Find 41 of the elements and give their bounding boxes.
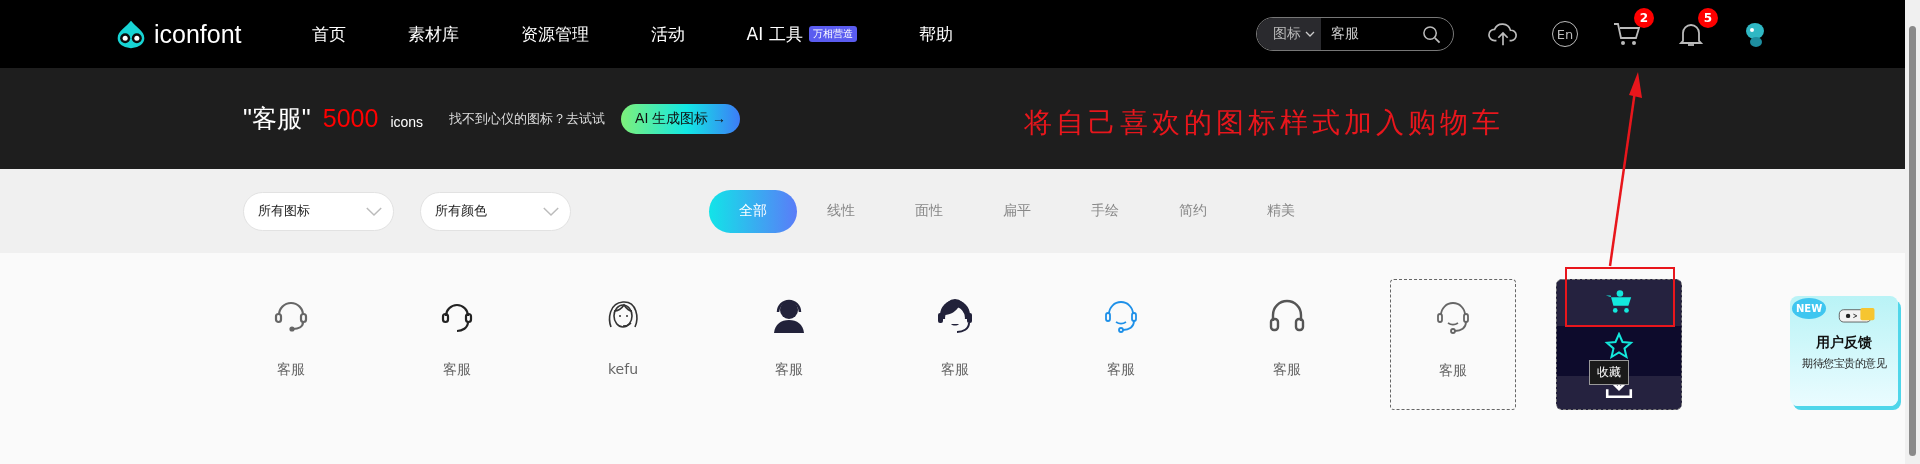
scrollbar[interactable] xyxy=(1905,0,1920,464)
icon-label: 客服 xyxy=(941,361,969,379)
result-unit: icons xyxy=(390,113,424,130)
icon-label: 客服 xyxy=(443,361,471,379)
hint-text: 找不到心仪的图标？去试试 xyxy=(449,109,606,128)
search-scope-dropdown[interactable]: 图标 xyxy=(1257,18,1321,50)
cloud-upload-icon[interactable] xyxy=(1488,20,1518,48)
icon-label: 客服 xyxy=(1273,361,1301,379)
icon-label: 客服 xyxy=(775,361,803,379)
nav-link[interactable]: AI 工具 xyxy=(746,22,803,46)
nav-link[interactable]: 活动 xyxy=(650,22,685,46)
search-icon[interactable] xyxy=(1422,24,1441,44)
chevron-down-icon xyxy=(542,205,560,217)
search-value: 客服 xyxy=(1331,25,1359,43)
result-count: 5000 xyxy=(322,104,379,133)
tooltip: 收藏 xyxy=(1589,360,1629,385)
nav-link[interactable]: 素材库 xyxy=(407,22,459,46)
feedback-subtitle: 期待您宝贵的意见 xyxy=(1802,356,1886,371)
icon-label: kefu xyxy=(608,361,638,377)
logo-text[interactable]: iconfont xyxy=(154,19,242,49)
notification-count-badge: 5 xyxy=(1698,8,1718,28)
annotation-text: 将自己喜欢的图标样式加入购物车 xyxy=(1024,105,1504,141)
nav-link[interactable]: 资源管理 xyxy=(520,22,589,46)
feedback-title: 用户反馈 xyxy=(1816,334,1872,352)
icon-label: 客服 xyxy=(1107,361,1135,379)
nav-badge: 万相营造 xyxy=(808,26,857,42)
icon-label: 客服 xyxy=(1439,362,1467,380)
icon-label: 客服 xyxy=(277,361,305,379)
caret-icon xyxy=(1305,31,1315,37)
cart-icon[interactable] xyxy=(1604,288,1634,316)
ai-generate-button[interactable]: AI 生成图标 → xyxy=(621,103,741,134)
nav-link[interactable]: 首页 xyxy=(311,22,346,46)
nav-link[interactable]: 帮助 xyxy=(918,22,953,46)
chevron-down-icon xyxy=(365,205,383,217)
star-icon[interactable] xyxy=(1604,332,1634,360)
filter-dropdown[interactable]: 所有颜色 xyxy=(420,191,571,231)
new-tag: NEW xyxy=(1792,298,1827,319)
cart-count-badge: 2 xyxy=(1634,8,1654,28)
filter-dropdown[interactable]: 所有图标 xyxy=(243,191,394,231)
search-keyword: "客服" xyxy=(243,103,311,134)
cart-icon[interactable] xyxy=(1612,20,1642,48)
